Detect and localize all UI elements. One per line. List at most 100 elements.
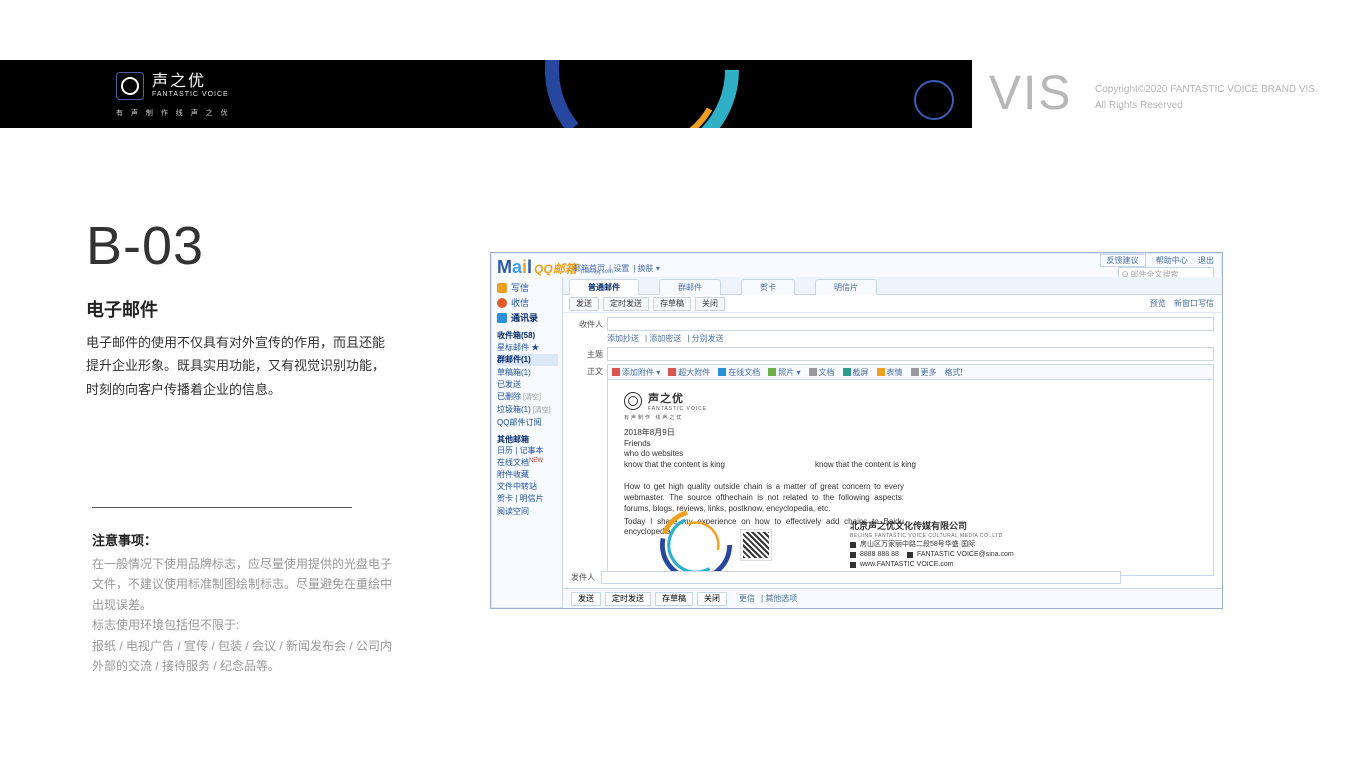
- copyright-line2: All Rights Reserved: [1095, 98, 1318, 114]
- add-bcc-link[interactable]: 添加密送: [649, 334, 681, 343]
- meta-skin[interactable]: 换肤 ▾: [638, 264, 660, 273]
- inbox-icon: [497, 298, 507, 308]
- save-draft-button[interactable]: 存草稿: [653, 297, 691, 311]
- tool-photo[interactable]: 照片 ▾: [768, 367, 800, 378]
- sidebar-item[interactable]: 阅读空间: [497, 506, 558, 517]
- to-input[interactable]: [607, 317, 1214, 331]
- brand-logo: 声之优 FANTASTIC VOICE: [116, 72, 229, 100]
- page-description: 电子邮件的使用不仅具有对外宣传的作用，而且还能 提升企业形象。既具实用功能，又有…: [86, 331, 386, 401]
- banner-arc-graphic: [542, 60, 742, 128]
- mail-screenshot: 反馈建议 帮助中心 退出 Q 邮件全文搜索 Mail QQ邮箱 mail.qq.…: [490, 252, 1223, 609]
- subject-label: 主题: [571, 347, 607, 360]
- copyright-line1: Copyright©2020 FANTASTIC VOICE BRAND VIS…: [1095, 82, 1318, 98]
- preview-link[interactable]: 预览: [1150, 299, 1166, 308]
- mail-icon: [907, 552, 913, 558]
- more-icon: [911, 368, 919, 376]
- tab-group-mail[interactable]: 群邮件: [659, 279, 721, 295]
- timed-send-button[interactable]: 定时发送: [605, 592, 651, 606]
- desc-line: 提升企业形象。既具实用功能，又有视觉识别功能，: [86, 354, 386, 377]
- screenshot-icon: [843, 368, 851, 376]
- contact-ring-icon: [656, 505, 736, 576]
- sidebar-item[interactable]: 垃圾箱(1)[清空]: [497, 404, 558, 416]
- subject-input[interactable]: [607, 347, 1214, 361]
- vis-heading: VIS: [989, 66, 1072, 121]
- tool-screenshot[interactable]: 截屏: [843, 367, 869, 378]
- tab-postcard[interactable]: 明信片: [815, 279, 877, 295]
- location-icon: [850, 542, 856, 548]
- desc-line: 时刻的向客户传播着企业的信息。: [86, 378, 386, 401]
- sidebar-item[interactable]: QQ邮件订阅: [497, 417, 558, 428]
- contact-web: www.FANTASTIC VOICE.com: [860, 560, 954, 570]
- big-attach-icon: [668, 368, 676, 376]
- sidebar-item-selected[interactable]: 群邮件(1): [497, 354, 558, 365]
- tool-big-attach[interactable]: 超大附件: [668, 367, 710, 378]
- sidebar-item[interactable]: 在线文档NEW: [497, 457, 558, 468]
- page-code: B-03: [86, 215, 204, 277]
- send-separately-link[interactable]: 分别发送: [692, 334, 724, 343]
- phone-icon: [850, 552, 856, 558]
- tool-more[interactable]: 更多: [911, 367, 937, 378]
- photo-icon: [768, 368, 776, 376]
- add-cc-link[interactable]: 添加抄送: [607, 334, 639, 343]
- feedback-link[interactable]: 反馈建议: [1100, 254, 1146, 267]
- signature-logo: 声之优 FANTASTIC VOICE: [624, 390, 1197, 412]
- help-link[interactable]: 帮助中心: [1156, 256, 1188, 265]
- sig-brand-cn: 声之优: [648, 390, 707, 406]
- sidebar-item[interactable]: 日历 | 记事本: [497, 445, 558, 456]
- footer-link1[interactable]: 更信: [739, 594, 755, 603]
- tab-card[interactable]: 贺卡: [741, 279, 795, 295]
- tool-file[interactable]: 文档: [809, 367, 835, 378]
- sidebar-item[interactable]: 收件箱(58): [497, 330, 558, 341]
- sidebar-group-2: 日历 | 记事本 在线文档NEW 附件收藏 文件中转站 贺卡 | 明信片 阅读空…: [497, 445, 558, 517]
- sidebar-item[interactable]: 贺卡 | 明信片: [497, 493, 558, 504]
- send-button[interactable]: 发送: [571, 592, 601, 606]
- brand-logo-text: 声之优 FANTASTIC VOICE: [152, 73, 229, 98]
- from-input[interactable]: [601, 571, 1121, 584]
- banner-ring-icon: [914, 80, 954, 120]
- divider: [92, 507, 352, 508]
- sidebar-item[interactable]: 已删除[清空]: [497, 391, 558, 403]
- editor-body[interactable]: 声之优 FANTASTIC VOICE 有声制作 线声之优 2018年8月9日 …: [607, 380, 1214, 576]
- sidebar-item[interactable]: 星标邮件 ★: [497, 342, 558, 353]
- company-name-en: BEIJING FANTASTIC VOICE CULTURAL MEDIA C…: [850, 533, 1014, 540]
- meta-settings[interactable]: 设置: [613, 264, 629, 273]
- mail-form: 收件人 添加抄送| 添加密送| 分别发送 主题 正文 添: [563, 313, 1222, 576]
- sidebar-item[interactable]: 已发送: [497, 379, 558, 390]
- sidebar-item[interactable]: 附件收藏: [497, 469, 558, 480]
- emoji-icon: [877, 368, 885, 376]
- brand-en: FANTASTIC VOICE: [152, 91, 229, 99]
- brand-cn: 声之优: [152, 73, 229, 91]
- mail-footer-toolbar: 发送 定时发送 存草稿 关闭 更信| 其他选项: [563, 588, 1222, 608]
- sidebar-item[interactable]: 草稿箱(1): [497, 367, 558, 378]
- mail-toolbar: 发送 定时发送 存草稿 关闭 预览 新窗口写信: [563, 295, 1222, 313]
- tool-attach[interactable]: 添加附件 ▾: [612, 367, 660, 378]
- new-window-link[interactable]: 新窗口写信: [1174, 299, 1214, 308]
- sidebar-write[interactable]: 写信: [497, 281, 558, 294]
- close-button[interactable]: 关闭: [697, 592, 727, 606]
- pencil-icon: [497, 283, 507, 293]
- company-name-cn: 北京声之优文化传媒有限公司: [850, 520, 1014, 533]
- tool-doc-online[interactable]: 在线文档: [718, 367, 760, 378]
- exit-link[interactable]: 退出: [1198, 256, 1214, 265]
- sidebar-item[interactable]: 文件中转站: [497, 481, 558, 492]
- sidebar-inbox[interactable]: 收信: [497, 296, 558, 309]
- notes-heading: 注意事项：: [92, 530, 157, 549]
- web-icon: [850, 562, 856, 568]
- doc-icon: [718, 368, 726, 376]
- mail-meta-links: 邮箱首页| 设置| 换肤 ▾: [573, 263, 664, 274]
- send-button[interactable]: 发送: [569, 297, 599, 311]
- save-draft-button[interactable]: 存草稿: [655, 592, 693, 606]
- tool-emoji[interactable]: 表情: [877, 367, 903, 378]
- close-button[interactable]: 关闭: [695, 297, 725, 311]
- sidebar-section-title: 其他邮箱: [497, 434, 558, 445]
- from-label: 发件人: [571, 572, 595, 583]
- sig-brand-en: FANTASTIC VOICE: [648, 406, 707, 412]
- mail-tabs: 普通邮件 群邮件 贺卡 明信片: [563, 277, 1222, 295]
- sidebar-contacts[interactable]: 通讯录: [497, 311, 558, 324]
- footer-link2[interactable]: 其他选项: [765, 594, 797, 603]
- tab-normal-mail[interactable]: 普通邮件: [569, 279, 639, 295]
- tool-format[interactable]: 格式!: [945, 367, 963, 378]
- timed-send-button[interactable]: 定时发送: [603, 297, 649, 311]
- meta-home[interactable]: 邮箱首页: [573, 264, 605, 273]
- contact-phone: 8888 888 88: [860, 550, 899, 560]
